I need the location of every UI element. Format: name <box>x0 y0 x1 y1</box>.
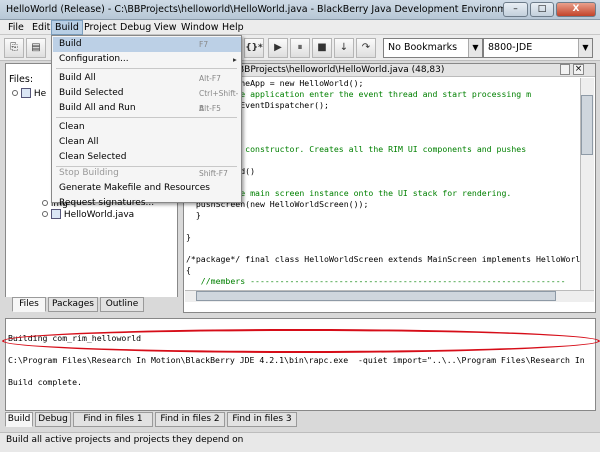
status-bar: Build all active projects and projects t… <box>0 432 600 452</box>
tab-debug[interactable]: Debug <box>35 412 71 427</box>
code-line: /To make the application enter the event… <box>186 89 532 99</box>
output-line: Build complete. <box>8 377 82 387</box>
tree-item-workspace[interactable]: He <box>12 88 46 99</box>
bookmarks-select[interactable]: No Bookmarks ▼ <box>383 38 483 58</box>
build-menu-dropdown: Build F7 Configuration... ▸ Build All Alt-F… <box>51 35 242 208</box>
step-over-icon[interactable]: ↷ <box>356 38 376 58</box>
code-line: HelloWorld() <box>186 166 580 177</box>
left-panel-tabs: Files Packages Outline <box>5 297 178 313</box>
code-line: { <box>186 265 191 275</box>
editor-file-title: BBProjects\helloworld\HelloWorld.java (4… <box>238 65 445 75</box>
code-line: heApp.enterEventDispatcher(); <box>186 100 329 110</box>
tree-node-icon <box>12 90 18 96</box>
code-line: /*package*/ final class HelloWorldScreen… <box>186 254 580 264</box>
code-text[interactable]: elloWorld theApp = new HelloWorld();/To … <box>186 78 580 290</box>
submenu-arrow-icon: ▸ <box>233 55 237 64</box>
menu-item-configuration[interactable]: Configuration... ▸ <box>53 52 241 67</box>
menu-edit[interactable]: Edit <box>29 21 53 34</box>
pause-icon[interactable]: ⏸ <box>290 38 310 58</box>
menu-separator <box>56 68 237 69</box>
menu-item-build-all-run[interactable]: Build All and Run Alt-F5 <box>53 101 241 116</box>
menu-item-clean-all[interactable]: Clean All <box>53 135 241 150</box>
menu-view[interactable]: View <box>151 21 180 34</box>
device-select[interactable]: 8800-JDE ▼ <box>483 38 593 58</box>
code-line: //Push the main screen instance onto the… <box>186 188 512 198</box>
java-file-icon <box>50 209 61 219</box>
files-label: Files: <box>9 74 34 85</box>
menu-bar: File Edit Build Project Debug View Windo… <box>0 20 600 35</box>
tree-item-helloworld-java[interactable]: HelloWorld.java <box>42 209 134 220</box>
tab-find-1[interactable]: Find in files 1 <box>73 412 153 427</box>
menu-item-build-selected[interactable]: Build Selected Ctrl+Shift-B <box>53 86 241 113</box>
code-line: pushScreen(new HelloWorldScreen()); <box>186 199 369 209</box>
tab-outline[interactable]: Outline <box>100 297 144 312</box>
menu-item-generate-makefile[interactable]: Generate Makefile and Resources <box>53 181 241 196</box>
tab-files[interactable]: Files <box>12 297 46 312</box>
tree-node-icon <box>42 211 48 217</box>
editor-close-button[interactable]: × <box>573 64 584 75</box>
folder-icon <box>42 200 48 206</box>
window-title: HelloWorld (Release) - C:\BBProjects\hel… <box>6 4 523 15</box>
menu-file[interactable]: File <box>5 21 27 34</box>
menu-window[interactable]: Window <box>178 21 221 34</box>
red-annotation-ellipse <box>2 329 600 353</box>
chevron-down-icon: ▼ <box>578 39 592 57</box>
chevron-down-icon: ▼ <box>468 39 482 57</box>
tab-packages[interactable]: Packages <box>48 297 98 312</box>
tab-find-2[interactable]: Find in files 2 <box>155 412 225 427</box>
step-into-icon[interactable]: ↓ <box>334 38 354 58</box>
menu-separator <box>56 117 237 118</box>
output-tabs: Build Debug Find in files 1 Find in file… <box>5 412 596 427</box>
menu-item-clean-selected[interactable]: Clean Selected <box>53 150 241 165</box>
menu-item-clean[interactable]: Clean <box>53 120 241 135</box>
tab-find-3[interactable]: Find in files 3 <box>227 412 297 427</box>
close-window-button[interactable]: X <box>556 2 596 17</box>
bookmarks-value: No Bookmarks <box>388 42 458 53</box>
output-line: C:\Program Files\Research In Motion\Blac… <box>8 355 585 365</box>
title-bar: HelloWorld (Release) - C:\BBProjects\hel… <box>0 0 600 20</box>
menu-help[interactable]: Help <box>219 21 247 34</box>
menu-item-request-signatures[interactable]: Request signatures... <box>53 196 241 208</box>
code-line: the default constructor. Creates all the… <box>186 144 527 154</box>
restore-icon[interactable] <box>560 64 570 75</box>
code-line: elloWorld theApp = new HelloWorld(); <box>186 78 364 88</box>
run-icon[interactable]: ▶ <box>268 38 288 58</box>
stop-icon[interactable]: ■ <box>312 38 332 58</box>
device-value: 8800-JDE <box>488 42 533 53</box>
menu-item-build[interactable]: Build F7 <box>53 37 241 52</box>
code-line: } <box>186 232 191 242</box>
tab-build[interactable]: Build <box>5 412 33 427</box>
braces-button[interactable]: {}* <box>244 38 264 58</box>
menu-project[interactable]: Project <box>81 21 120 34</box>
code-line: //members ------------------------------… <box>186 276 566 286</box>
new-file-icon[interactable]: ⎘ <box>4 38 24 58</box>
menu-build[interactable]: Build <box>51 20 83 35</box>
maximize-button[interactable]: □ <box>530 2 554 17</box>
menu-item-stop-building[interactable]: Stop Building Shift-F7 <box>53 166 241 181</box>
workspace-icon <box>20 88 31 98</box>
horizontal-scroll-thumb[interactable] <box>196 291 556 301</box>
open-icon[interactable]: ▤ <box>26 38 46 58</box>
vertical-scroll-thumb[interactable] <box>581 95 593 155</box>
menu-debug[interactable]: Debug <box>117 21 154 34</box>
code-line: } <box>186 210 201 220</box>
minimize-button[interactable]: – <box>503 2 528 17</box>
menu-item-build-all[interactable]: Build All Alt-F7 <box>53 71 241 86</box>
